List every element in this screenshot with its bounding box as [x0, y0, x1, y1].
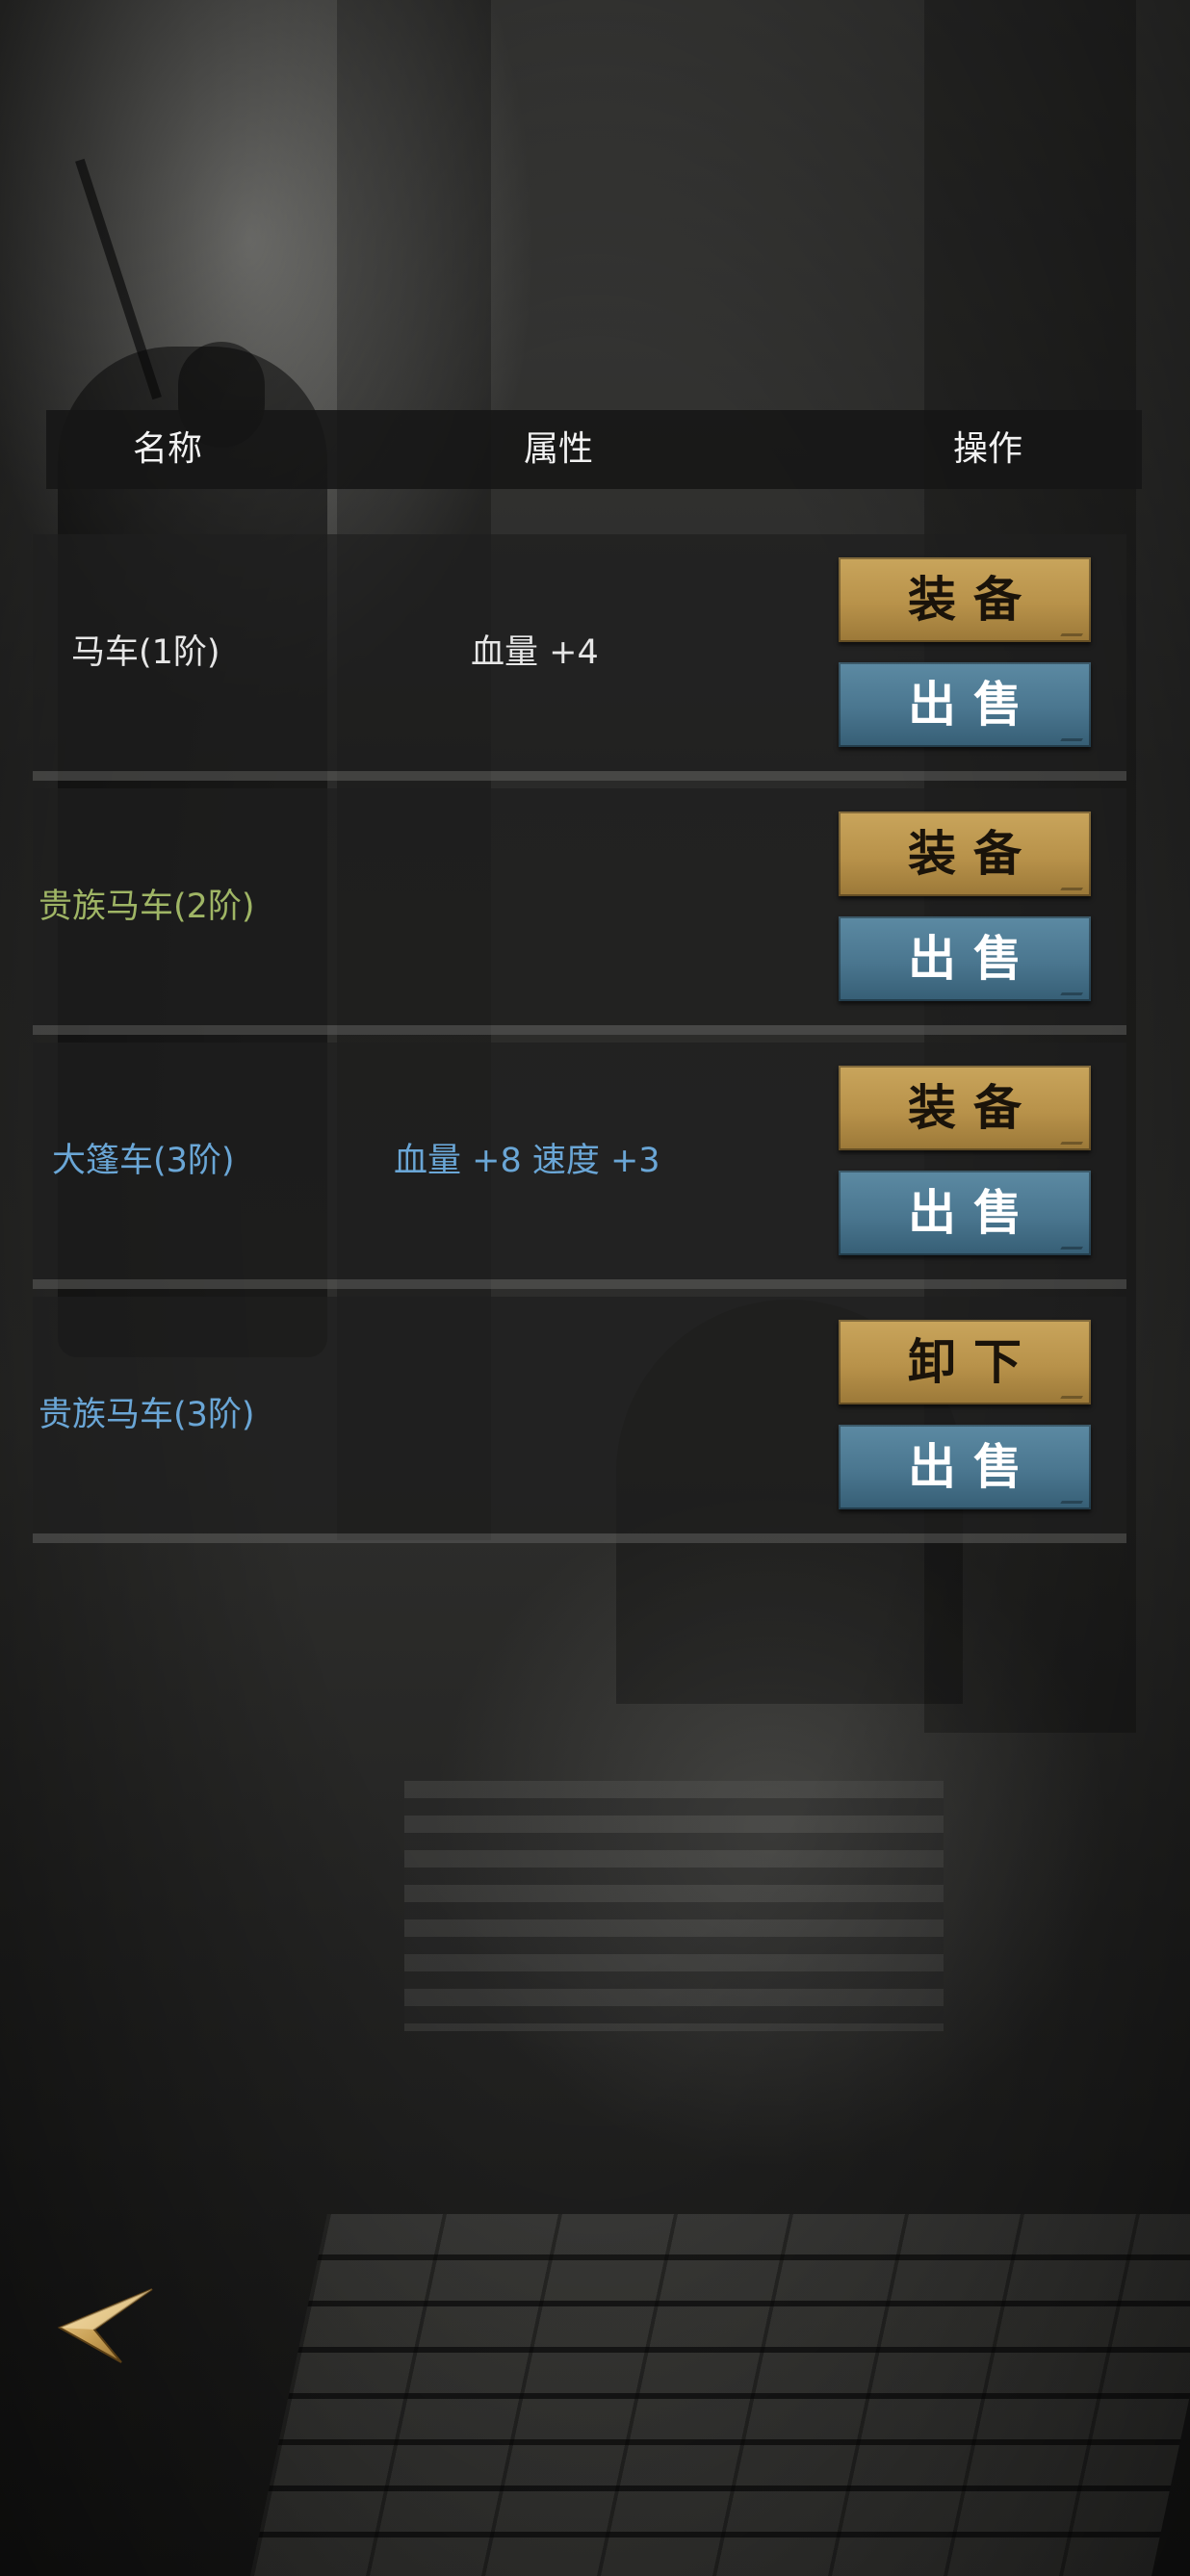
- equip-button[interactable]: 装备: [839, 557, 1091, 642]
- item-attribute: 血量 +8 速度 +3: [394, 1142, 660, 1180]
- sell-button[interactable]: 出售: [839, 662, 1091, 747]
- unequip-button[interactable]: 卸下: [839, 1320, 1091, 1404]
- back-arrow-icon[interactable]: [52, 2281, 158, 2368]
- sell-button[interactable]: 出售: [839, 1171, 1091, 1255]
- sell-button[interactable]: 出售: [839, 1425, 1091, 1509]
- equip-button[interactable]: 装备: [839, 811, 1091, 896]
- table-row: 贵族马车(3阶) 卸下 出售: [33, 1297, 1126, 1543]
- item-attribute: 血量 +4: [471, 633, 599, 672]
- item-name: 大篷车(3阶): [52, 1142, 235, 1180]
- header-attribute: 属性: [524, 429, 594, 469]
- item-name: 贵族马车(3阶): [39, 1396, 255, 1434]
- header-name: 名称: [133, 429, 203, 469]
- table-row: 马车(1阶) 血量 +4 装备 出售: [33, 534, 1126, 781]
- item-name: 贵族马车(2阶): [39, 888, 255, 926]
- equip-button[interactable]: 装备: [839, 1066, 1091, 1150]
- table-row: 贵族马车(2阶) 装备 出售: [33, 788, 1126, 1035]
- item-name: 马车(1阶): [71, 633, 220, 672]
- sell-button[interactable]: 出售: [839, 916, 1091, 1001]
- table-row: 大篷车(3阶) 血量 +8 速度 +3 装备 出售: [33, 1043, 1126, 1289]
- header-operation: 操作: [953, 429, 1023, 469]
- table-header: 名称 属性 操作: [46, 410, 1142, 489]
